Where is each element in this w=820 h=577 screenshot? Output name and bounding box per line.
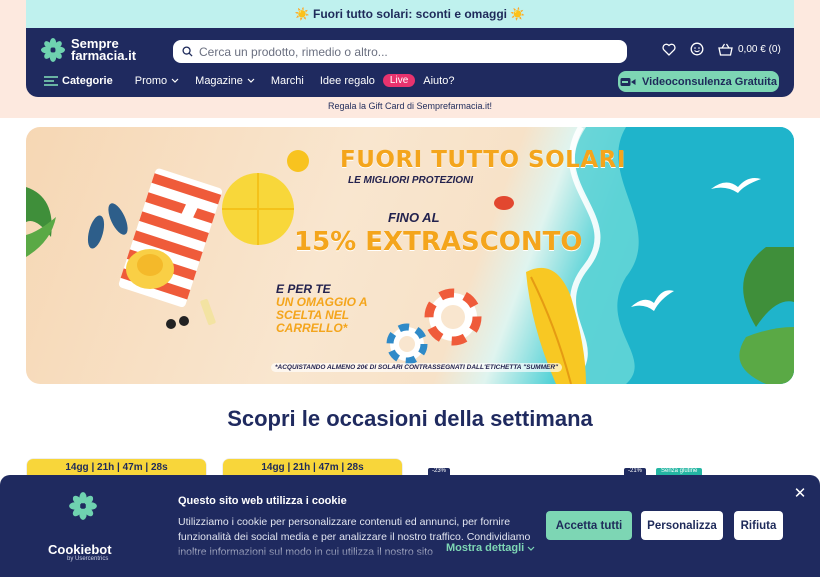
- chevron-down-icon: [171, 78, 179, 83]
- menu-icon: [44, 75, 58, 86]
- flower-logo-icon: [41, 38, 65, 62]
- cookiebot-logo: [48, 491, 118, 526]
- search-input[interactable]: [199, 44, 599, 59]
- cart-button[interactable]: 0,00 € (0): [718, 43, 781, 56]
- search-bar[interactable]: [173, 40, 627, 63]
- hero-footnote: *ACQUISTANDO ALMENO 20€ DI SOLARI CONTRA…: [271, 363, 563, 372]
- hero-title: FUORI TUTTO SOLARI: [340, 147, 626, 173]
- deal-timer: 14gg | 21h | 47m | 28s: [223, 459, 402, 476]
- hero-subtitle: LE MIGLIORI PROTEZIONI: [348, 175, 473, 186]
- site-logo[interactable]: Sempre farmacia.it: [40, 37, 136, 63]
- nav-magazine[interactable]: Magazine: [195, 75, 255, 87]
- basket-icon: [718, 43, 733, 56]
- cookiebot-brand: Cookiebot: [48, 542, 112, 557]
- heart-icon[interactable]: [662, 43, 676, 56]
- video-camera-icon: [620, 77, 636, 86]
- hero-discount: 15% EXTRASCONTO: [294, 227, 583, 257]
- nav-promo[interactable]: Promo: [135, 75, 179, 87]
- cookie-title: Questo sito web utilizza i cookie: [178, 495, 347, 507]
- hero-gift-line1: E PER TE: [276, 282, 331, 296]
- accept-all-button[interactable]: Accetta tutti: [546, 511, 632, 540]
- hero-gift-text: E PER TE UN OMAGGIO A SCELTA NEL CARRELL…: [276, 283, 386, 335]
- weekly-deals-title: Scopri le occasioni della settimana: [227, 406, 593, 431]
- flower-logo-icon: [69, 492, 97, 520]
- cookie-banner: Cookiebot by Usercentrics Questo sito we…: [0, 475, 820, 577]
- nav-categories-label: Categorie: [62, 74, 113, 87]
- promo-strip[interactable]: ☀️ Fuori tutto solari: sconti e omaggi ☀…: [26, 0, 794, 28]
- nav-categories[interactable]: Categorie: [44, 75, 113, 87]
- search-icon: [182, 46, 193, 57]
- gift-card-link[interactable]: Regala la Gift Card di Semprefarmacia.it…: [0, 101, 820, 111]
- site-header: Sempre farmacia.it 0,00 € (0): [26, 28, 794, 97]
- nav-gift-ideas[interactable]: Idee regalo: [320, 75, 375, 87]
- logo-line2: farmacia.it: [71, 48, 137, 63]
- header-icons: 0,00 € (0): [662, 42, 781, 56]
- main-nav: Categorie Promo Magazine Marchi Idee reg…: [44, 74, 470, 87]
- nav-magazine-label: Magazine: [195, 74, 243, 87]
- nav-help-label: Aiuto?: [423, 74, 455, 87]
- hero-banner[interactable]: FUORI TUTTO SOLARI LE MIGLIORI PROTEZION…: [26, 127, 794, 384]
- show-details-label: Mostra dettagli: [446, 542, 525, 554]
- show-details-link[interactable]: Mostra dettagli: [446, 542, 535, 554]
- cookiebot-by: by Usercentrics: [67, 556, 109, 562]
- logo-text: Sempre farmacia.it: [71, 37, 137, 63]
- chevron-down-icon: [527, 546, 535, 551]
- video-consult-button[interactable]: Videoconsulenza Gratuita: [618, 71, 779, 92]
- nav-help[interactable]: Aiuto?: [423, 75, 454, 87]
- nav-promo-label: Promo: [134, 74, 168, 87]
- cart-total: 0,00 € (0): [738, 43, 781, 55]
- video-consult-label: Videoconsulenza Gratuita: [642, 75, 777, 88]
- customize-button[interactable]: Personalizza: [641, 511, 723, 540]
- user-face-icon[interactable]: [690, 42, 704, 56]
- nav-brands[interactable]: Marchi: [271, 75, 304, 87]
- close-icon[interactable]: ✕: [793, 486, 807, 501]
- nav-gift-ideas-label: Idee regalo: [319, 74, 375, 87]
- deal-timer: 14gg | 21h | 47m | 28s: [27, 459, 206, 476]
- nav-live-badge[interactable]: Live: [382, 74, 416, 87]
- hero-gift-line2: UN OMAGGIO A SCELTA NEL CARRELLO*: [276, 295, 368, 335]
- reject-button[interactable]: Rifiuta: [734, 511, 783, 540]
- chevron-down-icon: [247, 78, 255, 83]
- nav-brands-label: Marchi: [270, 74, 304, 87]
- hero-fino: FINO AL: [388, 210, 440, 225]
